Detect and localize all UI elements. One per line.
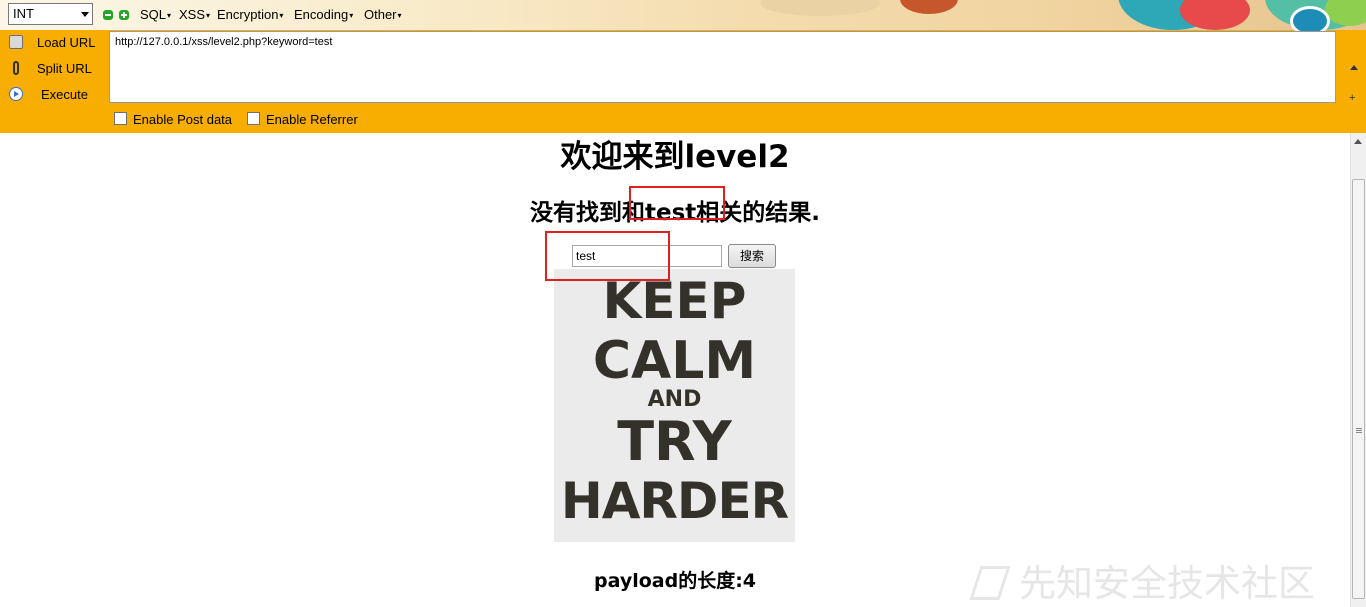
dropdown-arrow-icon: ▾ [167, 11, 172, 20]
url-textarea-scroll[interactable]: + [1348, 31, 1360, 104]
menu-other-label: Other [364, 7, 397, 22]
menu-sql-label: SQL [140, 7, 167, 22]
load-url-icon [9, 35, 23, 49]
highlight-box-result [629, 186, 725, 220]
type-select[interactable]: INT [8, 3, 93, 25]
poster-line: TRY [617, 410, 732, 473]
menu-encoding-label: Encoding [294, 7, 349, 22]
split-url-icon [13, 61, 19, 75]
expand-icon[interactable]: + [1349, 93, 1355, 104]
watermark: 先知安全技术社区 [969, 553, 1315, 607]
scrollbar-thumb[interactable] [1352, 179, 1365, 599]
dropdown-arrow-icon: ▾ [206, 11, 211, 20]
enable-post-data-checkbox[interactable]: Enable Post data [114, 112, 232, 127]
grip-icon [1356, 428, 1362, 429]
split-url-label: Split URL [37, 61, 92, 76]
watermark-text: 先知安全技术社区 [1019, 562, 1315, 605]
page-scrollbar[interactable] [1350, 133, 1366, 607]
menu-encryption-label: Encryption [217, 7, 279, 22]
poster-line: AND [647, 387, 702, 412]
menu-xss-label: XSS [179, 7, 206, 22]
poster-line: CALM [592, 331, 757, 391]
increase-icon[interactable] [119, 10, 129, 20]
split-url-button[interactable]: Split URL [0, 58, 105, 80]
load-url-label: Load URL [37, 35, 96, 50]
checkbox-box[interactable] [247, 112, 260, 125]
menu-xss[interactable]: XSS▾ [179, 7, 210, 22]
scroll-up-icon[interactable] [1354, 139, 1362, 144]
dropdown-arrow-icon: ▾ [279, 11, 284, 20]
dropdown-arrow-icon: ▾ [349, 11, 354, 20]
url-textarea[interactable]: http://127.0.0.1/xss/level2.php?keyword=… [109, 31, 1336, 103]
execute-button[interactable]: Execute [0, 84, 105, 106]
execute-icon [9, 87, 23, 101]
dropdown-arrow-icon: ▾ [397, 11, 402, 20]
highlight-box-input [545, 231, 670, 281]
execute-label: Execute [41, 87, 88, 102]
menu-encoding[interactable]: Encoding▾ [294, 7, 353, 22]
hackbar-toolbar: INT SQL▾ XSS▾ Encryption▾ Encoding▾ Othe… [0, 0, 1366, 133]
menu-encryption[interactable]: Encryption▾ [217, 7, 283, 22]
enable-referrer-checkbox[interactable]: Enable Referrer [247, 112, 358, 127]
watermark-logo-icon [969, 566, 1011, 600]
decrease-icon[interactable] [103, 10, 113, 20]
enable-referrer-label: Enable Referrer [266, 112, 358, 127]
search-button[interactable]: 搜索 [728, 244, 776, 268]
menu-sql[interactable]: SQL▾ [140, 7, 171, 22]
banner-decoration [900, 0, 958, 14]
checkbox-box[interactable] [114, 112, 127, 125]
enable-post-data-label: Enable Post data [133, 112, 233, 127]
banner-decoration [760, 0, 880, 16]
menu-other[interactable]: Other▾ [364, 7, 402, 22]
load-url-button[interactable]: Load URL [0, 32, 105, 54]
type-select-value: INT [13, 6, 34, 21]
chevron-down-icon [81, 12, 89, 17]
scroll-up-icon[interactable] [1350, 65, 1358, 70]
poster-line: HARDER [560, 472, 789, 530]
page-title: 欢迎来到level2 [560, 139, 790, 175]
keep-calm-poster-image: KEEP CALM AND TRY HARDER [554, 269, 795, 542]
